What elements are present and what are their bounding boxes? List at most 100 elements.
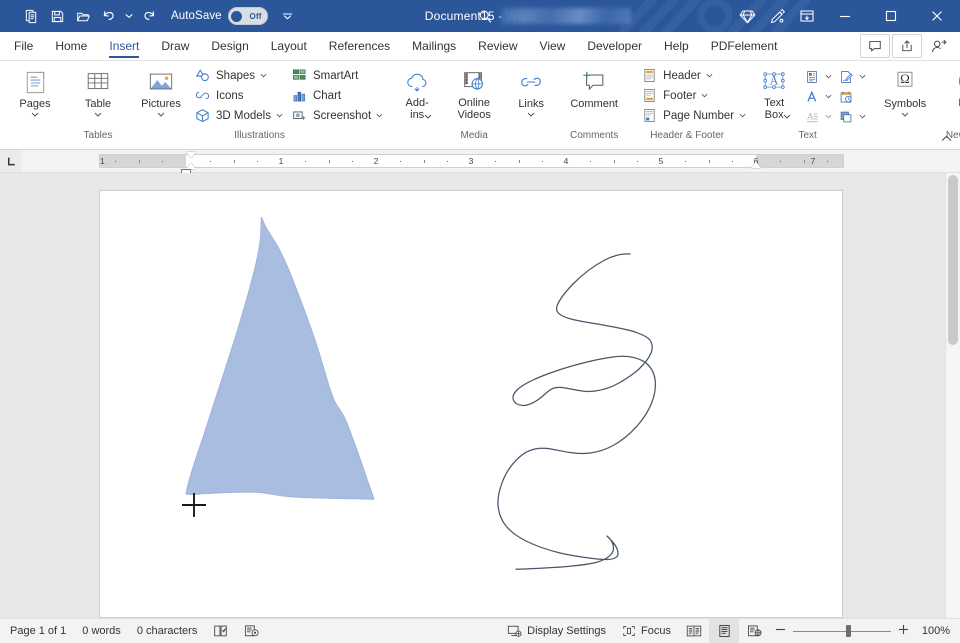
tab-pdfelement[interactable]: PDFelement	[700, 32, 789, 60]
share-button[interactable]	[892, 34, 922, 58]
pages-button[interactable]: Pages	[6, 64, 64, 122]
tab-developer[interactable]: Developer	[576, 32, 653, 60]
horizontal-ruler[interactable]: 1 1 2 3 4 5 6 7	[99, 154, 844, 168]
zoom-out-button[interactable]	[775, 624, 786, 638]
tab-draw[interactable]: Draw	[150, 32, 200, 60]
open-folder-icon[interactable]	[70, 4, 96, 28]
chart-button[interactable]: Chart	[287, 86, 387, 105]
object-caret-icon[interactable]	[857, 107, 868, 126]
links-caret-icon[interactable]	[527, 110, 535, 119]
accessibility-button[interactable]	[236, 619, 267, 643]
autosave-file-icon[interactable]	[18, 4, 44, 28]
zigzag-line-shape[interactable]	[498, 254, 655, 569]
autosave-toggle[interactable]: Off	[228, 7, 268, 25]
account-button[interactable]	[924, 34, 954, 58]
tab-help[interactable]: Help	[653, 32, 700, 60]
date-time-icon[interactable]	[835, 87, 856, 106]
pictures-button[interactable]: Pictures	[132, 64, 190, 122]
editor-pen-icon[interactable]	[762, 0, 792, 32]
quick-parts-caret-icon[interactable]	[823, 67, 834, 86]
footer-caret-icon[interactable]	[701, 93, 708, 98]
header-caret-icon[interactable]	[706, 73, 713, 78]
footer-button[interactable]: Footer	[637, 86, 750, 105]
3d-models-button[interactable]: 3D Models	[190, 106, 287, 125]
first-line-indent-marker[interactable]	[186, 152, 196, 158]
quick-parts-icon[interactable]	[801, 67, 822, 86]
symbols-caret-icon[interactable]	[901, 110, 909, 119]
redo-icon[interactable]	[135, 4, 161, 28]
shapes-button[interactable]: Shapes	[190, 66, 287, 85]
add-ins-button[interactable]: Add- ins	[388, 64, 446, 124]
drop-cap-caret-icon[interactable]	[823, 107, 834, 126]
wordart-icon[interactable]	[801, 87, 822, 106]
vertical-scrollbar-thumb[interactable]	[948, 175, 958, 345]
text-box-button[interactable]: A Text Box	[747, 64, 801, 124]
symbols-button[interactable]: Ω Symbols	[876, 64, 934, 122]
display-settings-button[interactable]: Display Settings	[497, 619, 614, 643]
word-count[interactable]: 0 words	[74, 619, 129, 643]
comment-button[interactable]: Comment	[563, 64, 625, 113]
tab-review[interactable]: Review	[467, 32, 528, 60]
zoom-control[interactable]: 100%	[769, 624, 960, 638]
online-videos-button[interactable]: Online Videos	[445, 64, 503, 124]
read-mode-button[interactable]	[679, 619, 709, 643]
zoom-slider[interactable]	[793, 625, 891, 637]
maximize-button[interactable]	[868, 0, 914, 32]
tab-home[interactable]: Home	[44, 32, 98, 60]
smartart-button[interactable]: SmartArt	[287, 66, 387, 85]
3d-models-caret-icon[interactable]	[276, 113, 283, 118]
signature-line-caret-icon[interactable]	[857, 67, 868, 86]
tab-design[interactable]: Design	[200, 32, 259, 60]
tab-stop-selector[interactable]	[0, 150, 22, 172]
autosave-control[interactable]: AutoSave Off	[171, 7, 268, 25]
diamond-icon[interactable]	[732, 0, 762, 32]
proofing-errors-button[interactable]	[205, 619, 236, 643]
table-caret-icon[interactable]	[94, 110, 102, 119]
icons-button[interactable]: Icons	[190, 86, 287, 105]
collapse-ribbon-button[interactable]	[938, 131, 954, 145]
customize-quick-access-toolbar-icon[interactable]	[278, 4, 298, 28]
close-button[interactable]	[914, 0, 960, 32]
tab-file[interactable]: File	[0, 32, 44, 60]
zoom-slider-thumb[interactable]	[846, 625, 851, 637]
shapes-caret-icon[interactable]	[260, 73, 267, 78]
pictures-caret-icon[interactable]	[157, 110, 165, 119]
add-ins-caret-icon[interactable]	[424, 112, 432, 121]
page-number-button[interactable]: Page Number	[637, 106, 750, 125]
undo-caret-icon[interactable]	[122, 4, 135, 28]
ribbon-display-options-icon[interactable]	[792, 0, 822, 32]
search-icon[interactable]	[478, 9, 493, 24]
wordart-caret-icon[interactable]	[823, 87, 834, 106]
undo-icon[interactable]	[96, 4, 122, 28]
screenshot-button[interactable]: Screenshot	[287, 106, 387, 125]
signature-line-icon[interactable]	[835, 67, 856, 86]
vertical-scrollbar[interactable]	[945, 173, 960, 618]
save-icon[interactable]	[44, 4, 70, 28]
screenshot-caret-icon[interactable]	[376, 113, 383, 118]
tab-mailings[interactable]: Mailings	[401, 32, 467, 60]
tab-references[interactable]: References	[318, 32, 401, 60]
tab-insert[interactable]: Insert	[98, 32, 150, 60]
focus-button[interactable]: Focus	[614, 619, 679, 643]
table-button[interactable]: Table	[69, 64, 127, 122]
form-field-button[interactable]: Form Field	[942, 64, 960, 124]
drawing-canvas[interactable]	[100, 191, 844, 618]
print-layout-button[interactable]	[709, 619, 739, 643]
object-icon[interactable]	[835, 107, 856, 126]
filled-triangle-shape[interactable]	[186, 217, 374, 499]
web-layout-button[interactable]	[739, 619, 769, 643]
zoom-level[interactable]: 100%	[916, 625, 950, 637]
text-box-caret-icon[interactable]	[783, 112, 791, 121]
document-area[interactable]	[0, 173, 960, 618]
search-area[interactable]	[478, 0, 631, 32]
links-button[interactable]: Links	[502, 64, 560, 122]
right-indent-marker[interactable]	[751, 162, 761, 168]
document-page[interactable]	[99, 190, 843, 618]
comments-button[interactable]	[860, 34, 890, 58]
pages-caret-icon[interactable]	[31, 110, 39, 119]
zoom-in-button[interactable]	[898, 624, 909, 638]
header-button[interactable]: Header	[637, 66, 750, 85]
character-count[interactable]: 0 characters	[129, 619, 206, 643]
tab-layout[interactable]: Layout	[260, 32, 318, 60]
page-info[interactable]: Page 1 of 1	[0, 619, 74, 643]
